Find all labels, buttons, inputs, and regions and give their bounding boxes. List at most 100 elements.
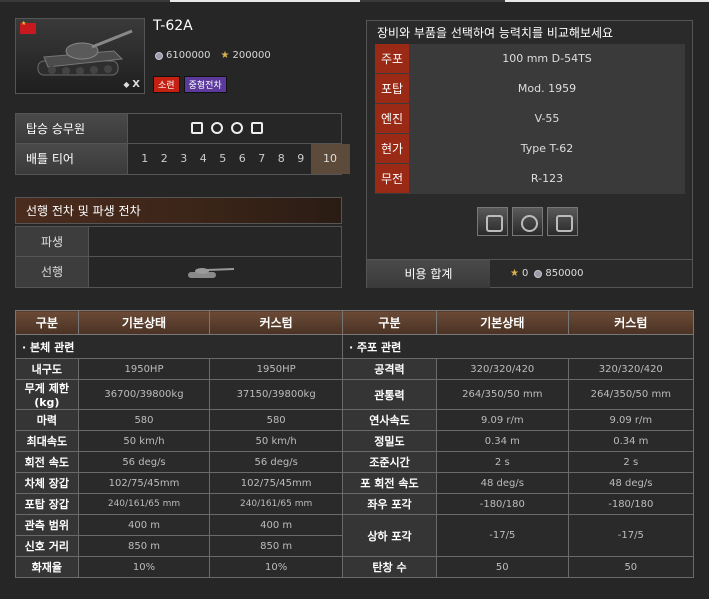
next-tank-label: 파생 — [16, 227, 89, 256]
total-silver: 850000 — [545, 268, 584, 279]
col-custom-left: 커스텀 — [209, 310, 343, 335]
prev-tank-icon[interactable] — [186, 267, 236, 279]
nation-tag: 소련 — [153, 76, 180, 93]
equipment-value[interactable]: Type T-62 — [409, 134, 685, 163]
equipment-row[interactable]: 엔진 V-55 — [375, 104, 685, 134]
equipment-list: 주포 100 mm D-54TS 포탑 Mod. 1959 엔진 V-55 현가 Type T… — [375, 44, 685, 194]
tier-cell: 2 — [160, 152, 168, 165]
tier-cell: 5 — [219, 152, 227, 165]
tier-cell: 4 — [199, 152, 207, 165]
tank-name: T-62A — [153, 18, 193, 34]
lineage-box: 파생 선행 — [15, 226, 342, 288]
stat-base: 400 m — [77, 514, 211, 536]
tier-row: 배틀 티어 1 2 3 4 5 6 7 8 9 10 — [16, 144, 350, 174]
driver-icon[interactable] — [231, 122, 243, 134]
equipment-key: 무전 — [375, 164, 409, 193]
section-gun: · 주포 관련 — [341, 334, 695, 359]
equipment-key: 포탑 — [375, 74, 409, 103]
tier-cell: 7 — [258, 152, 266, 165]
equipment-slots — [477, 207, 578, 236]
stat-custom: 1950HP — [209, 358, 343, 380]
stat-label: 최대속도 — [15, 430, 79, 452]
stat-base: 36700/39800kg — [77, 379, 211, 410]
stat-label: 신호 거리 — [15, 535, 79, 557]
equipment-value[interactable]: 100 mm D-54TS — [409, 44, 685, 73]
stat-label: 포 회전 속도 — [341, 472, 437, 494]
stat-custom: 320/320/420 — [567, 358, 695, 380]
total-cost-label: 비용 합계 — [367, 260, 490, 288]
stat-label: 마력 — [15, 409, 79, 431]
stat-base: 1950HP — [77, 358, 211, 380]
tank-price: 6100000 ★ 200000 — [155, 50, 271, 61]
stat-label: 상하 포각 — [341, 514, 437, 557]
prev-tank-label: 선행 — [16, 257, 89, 287]
stat-label: 화재율 — [15, 556, 79, 578]
equipment-row[interactable]: 무전 R-123 — [375, 164, 685, 194]
rammer-icon[interactable] — [477, 207, 508, 236]
equipment-row[interactable]: 포탑 Mod. 1959 — [375, 74, 685, 104]
stat-label: 무게 제한(kg) — [15, 379, 79, 410]
crew-row: 탑승 승무원 — [16, 114, 341, 144]
stat-base: 580 — [77, 409, 211, 431]
silver-price: 6100000 — [166, 50, 211, 61]
stat-base: 50 — [435, 556, 569, 578]
stat-custom: 9.09 r/m — [567, 409, 695, 431]
equipment-key: 현가 — [375, 134, 409, 163]
stat-custom: 48 deg/s — [567, 472, 695, 494]
table-row: 최대속도 50 km/h 50 km/h 정밀도 0.34 m 0.34 m — [15, 430, 695, 452]
bullet-icon: · — [22, 340, 31, 354]
col-category-left: 구분 — [15, 310, 79, 335]
stat-base: 240/161/65 mm — [77, 493, 211, 515]
stat-base: -180/180 — [435, 493, 569, 515]
stat-label: 공격력 — [341, 358, 437, 380]
stat-custom: 2 s — [567, 451, 695, 473]
stat-base: 102/75/45mm — [77, 472, 211, 494]
commander-icon[interactable] — [191, 122, 203, 134]
silver-coin-icon — [534, 269, 543, 278]
gold-star-icon: ★ — [220, 50, 230, 61]
equipment-panel: 장비와 부품을 선택하여 능력치를 비교해보세요 주포 100 mm D-54TS… — [366, 20, 693, 288]
stat-label: 관통력 — [341, 379, 437, 410]
equipment-row[interactable]: 주포 100 mm D-54TS — [375, 44, 685, 74]
tier-label: 배틀 티어 — [16, 144, 128, 174]
stat-base: -17/5 — [435, 514, 569, 557]
crew-label: 탑승 승무원 — [16, 114, 128, 143]
stat-base: 50 km/h — [77, 430, 211, 452]
stat-custom: 37150/39800kg — [209, 379, 343, 410]
tier-badge-label: X — [132, 79, 140, 90]
tier-badge-icon: ◆ — [123, 80, 133, 89]
tier-cell: 9 — [297, 152, 305, 165]
equipment-title: 장비와 부품을 선택하여 능력치를 비교해보세요 — [377, 26, 614, 40]
section-body-label: 본체 관련 — [30, 340, 75, 354]
stat-base: 10% — [77, 556, 211, 578]
stat-label: 정밀도 — [341, 430, 437, 452]
stats-table: 구분 기본상태 커스텀 구분 기본상태 커스텀 · 본체 관련 · 주포 관련 내구… — [15, 310, 695, 578]
crew-icons — [191, 122, 263, 134]
stat-label: 차체 장갑 — [15, 472, 79, 494]
prev-tank-row: 선행 — [16, 257, 341, 287]
loader-icon[interactable] — [251, 122, 263, 134]
stat-custom: 264/350/50 mm — [567, 379, 695, 410]
stat-custom: -180/180 — [567, 493, 695, 515]
equipment-value[interactable]: Mod. 1959 — [409, 74, 685, 103]
ventilation-icon[interactable] — [512, 207, 543, 236]
gold-price: 200000 — [232, 50, 271, 61]
tier-badge: ◆ X — [123, 79, 140, 90]
stat-label: 좌우 포각 — [341, 493, 437, 515]
equipment-value[interactable]: R-123 — [409, 164, 685, 193]
lineage-title: 선행 전차 및 파생 전차 — [15, 197, 342, 224]
table-row: 차체 장갑 102/75/45mm 102/75/45mm 포 회전 속도 48 deg… — [15, 472, 695, 494]
equipment-value[interactable]: V-55 — [409, 104, 685, 133]
gun-laying-drive-icon[interactable] — [547, 207, 578, 236]
stat-custom: 10% — [209, 556, 343, 578]
tier-scale: 1 2 3 4 5 6 7 8 9 10 — [135, 144, 350, 174]
stats-header-row: 구분 기본상태 커스텀 구분 기본상태 커스텀 — [15, 310, 695, 335]
total-gold: 0 — [521, 268, 529, 279]
tier-cell: 1 — [141, 152, 149, 165]
equipment-row[interactable]: 현가 Type T-62 — [375, 134, 685, 164]
stat-custom: -17/5 — [567, 514, 695, 557]
tier-cell: 3 — [180, 152, 188, 165]
gunner-icon[interactable] — [211, 122, 223, 134]
equipment-key: 주포 — [375, 44, 409, 73]
section-row: · 본체 관련 · 주포 관련 — [15, 334, 695, 359]
